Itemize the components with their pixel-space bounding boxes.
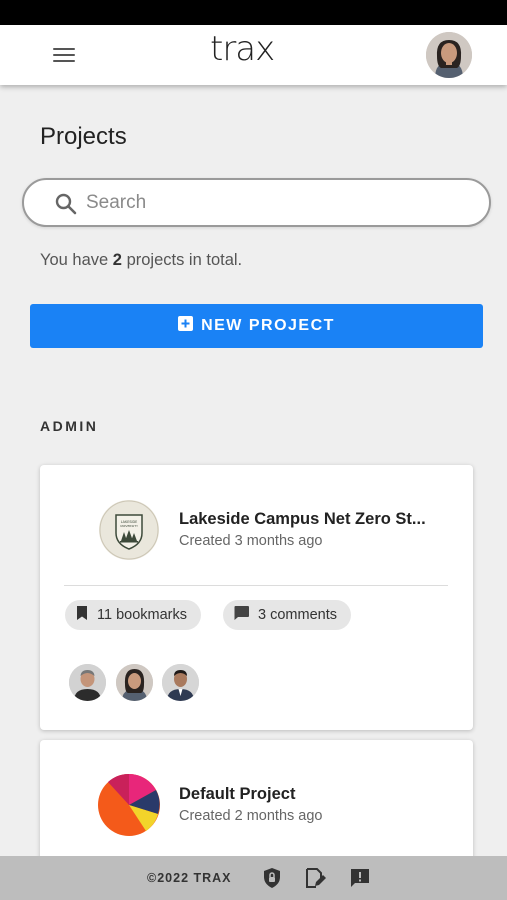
bookmarks-chip[interactable]: 11 bookmarks bbox=[65, 600, 201, 630]
trax-logo[interactable]: trax bbox=[210, 29, 275, 69]
project-created: Created 3 months ago bbox=[179, 533, 323, 549]
project-created: Created 2 months ago bbox=[179, 808, 323, 824]
lakeside-university-logo: LAKESIDE UNIVERSITY bbox=[98, 499, 160, 561]
project-card[interactable]: LAKESIDE UNIVERSITY Lakeside Campus Net … bbox=[40, 465, 473, 730]
svg-text:UNIVERSITY: UNIVERSITY bbox=[120, 524, 138, 528]
user-avatar[interactable] bbox=[426, 32, 472, 78]
plus-box-icon bbox=[178, 316, 194, 336]
project-name[interactable]: Lakeside Campus Net Zero St... bbox=[179, 510, 426, 529]
project-pie-logo bbox=[98, 773, 160, 836]
projects-total-text: You have 2 projects in total. bbox=[40, 251, 243, 269]
projects-count: 2 bbox=[112, 251, 122, 269]
bookmark-icon bbox=[75, 605, 89, 625]
comments-chip[interactable]: 3 comments bbox=[223, 600, 351, 630]
page-title: Projects bbox=[40, 123, 127, 150]
feedback-icon[interactable] bbox=[348, 866, 372, 890]
bookmarks-count: 11 bookmarks bbox=[97, 607, 187, 623]
project-name[interactable]: Default Project bbox=[179, 785, 295, 804]
divider bbox=[64, 585, 448, 586]
member-avatar[interactable] bbox=[116, 664, 153, 701]
comments-count: 3 comments bbox=[258, 607, 337, 623]
member-avatar[interactable] bbox=[162, 664, 199, 701]
menu-icon[interactable] bbox=[50, 43, 78, 67]
search-input[interactable] bbox=[86, 188, 466, 218]
shield-lock-icon[interactable] bbox=[260, 866, 284, 890]
comment-icon bbox=[233, 605, 250, 625]
copyright-text: ©2022 TRAX bbox=[147, 871, 232, 885]
member-avatar[interactable] bbox=[69, 664, 106, 701]
new-project-button[interactable]: NEW PROJECT bbox=[30, 304, 483, 348]
search-bar[interactable] bbox=[22, 178, 491, 227]
footer: ©2022 TRAX bbox=[0, 856, 507, 900]
new-project-label: NEW PROJECT bbox=[201, 317, 335, 334]
app-bar: trax bbox=[0, 25, 507, 85]
status-bar bbox=[0, 0, 507, 25]
search-icon bbox=[54, 192, 78, 221]
section-heading-admin: ADMIN bbox=[40, 418, 99, 434]
edit-document-icon[interactable] bbox=[303, 866, 327, 890]
